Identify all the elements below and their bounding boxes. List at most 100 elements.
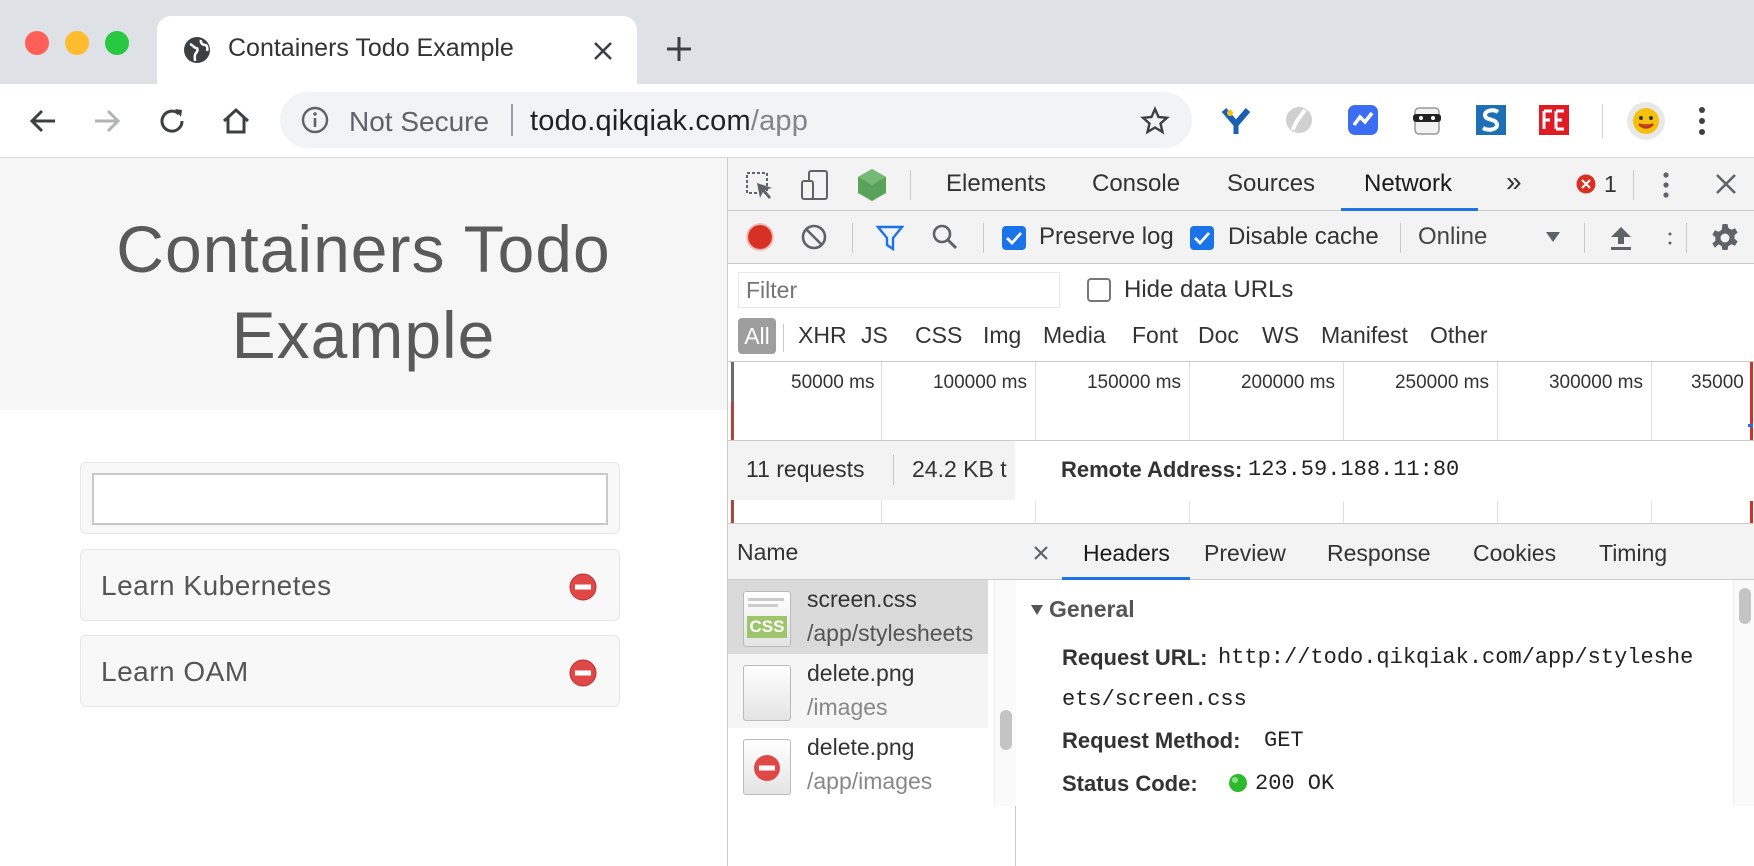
details-scrollbar[interactable]: [1733, 580, 1754, 806]
profile-avatar-icon[interactable]: [1626, 101, 1666, 141]
details-tabbar: Headers Preview Response Cookies Timing: [1016, 524, 1754, 580]
status-divider: [893, 455, 894, 485]
request-file-path: /app/images: [807, 768, 933, 794]
type-filter-ws[interactable]: WS: [1262, 322, 1299, 349]
request-list: Name CSS screen.css /app/stylesheets del…: [728, 524, 1016, 866]
delete-icon[interactable]: [569, 659, 597, 687]
bookmark-star-icon[interactable]: [1140, 106, 1170, 136]
search-icon[interactable]: [932, 224, 958, 250]
extension-grey-icon[interactable]: [1283, 104, 1315, 136]
hide-data-urls-label: Hide data URLs: [1124, 276, 1294, 303]
hide-data-urls-checkbox[interactable]: [1087, 278, 1111, 302]
filter-input[interactable]: [738, 272, 1060, 308]
type-filter-css[interactable]: CSS: [915, 322, 962, 349]
request-method-label: Request Method:: [1062, 728, 1241, 753]
minimize-window-button[interactable]: [65, 31, 89, 55]
close-tab-icon[interactable]: [592, 40, 614, 62]
address-bar[interactable]: Not Secure todo.qikqiak.com/app: [280, 92, 1192, 148]
general-section-header[interactable]: General: [1049, 596, 1135, 623]
import-har-icon[interactable]: [1609, 225, 1633, 251]
timeline-tick: 200000 ms: [1240, 372, 1335, 393]
tab-timing[interactable]: Timing: [1599, 540, 1667, 567]
css-file-icon: CSS: [743, 591, 791, 647]
error-count-badge[interactable]: 1: [1604, 171, 1617, 198]
info-icon[interactable]: [301, 106, 329, 134]
throttling-select[interactable]: Online: [1418, 223, 1487, 251]
new-todo-input[interactable]: [92, 473, 608, 525]
error-icon[interactable]: [1576, 174, 1596, 194]
tab-console[interactable]: Console: [1092, 170, 1180, 198]
forward-arrow-icon[interactable]: [92, 106, 122, 136]
request-list-scrollbar[interactable]: [994, 580, 1016, 806]
todo-item[interactable]: Learn Kubernetes: [80, 549, 620, 621]
close-window-button[interactable]: [25, 31, 49, 55]
network-status-bar: 11 requests 24.2 KB t Remote Address: 12…: [728, 440, 1754, 501]
extension-s-icon[interactable]: [1474, 103, 1508, 137]
filter-funnel-icon[interactable]: [876, 225, 904, 251]
type-filter-js[interactable]: JS: [861, 322, 888, 349]
clear-icon[interactable]: [801, 224, 827, 250]
extension-blue-chart-icon[interactable]: [1346, 103, 1380, 137]
tab-preview[interactable]: Preview: [1204, 540, 1286, 567]
extension-fe-icon[interactable]: [1537, 103, 1571, 137]
url-text[interactable]: todo.qikqiak.com/app: [530, 105, 808, 138]
todo-item[interactable]: Learn OAM: [80, 635, 620, 707]
devtools-panel: Elements Console Sources Network » 1 Pre…: [727, 158, 1754, 866]
details-remote-row: Remote Address: 123.59.188.11:80: [1015, 441, 1754, 501]
disable-cache-checkbox[interactable]: [1190, 226, 1214, 250]
type-filter-doc[interactable]: Doc: [1198, 322, 1239, 349]
tab-cookies[interactable]: Cookies: [1473, 540, 1556, 567]
device-toolbar-icon[interactable]: [800, 169, 830, 201]
tab-elements[interactable]: Elements: [946, 170, 1046, 198]
type-filter-other[interactable]: Other: [1430, 322, 1488, 349]
extension-mask-icon[interactable]: [1410, 103, 1444, 137]
devtools-tabbar: Elements Console Sources Network » 1: [728, 158, 1754, 211]
dropdown-triangle-icon[interactable]: [1545, 231, 1561, 243]
tab-headers[interactable]: Headers: [1083, 540, 1170, 567]
type-filter-manifest[interactable]: Manifest: [1321, 322, 1408, 349]
type-filter-img[interactable]: Img: [983, 322, 1021, 349]
inspect-element-icon[interactable]: [745, 171, 775, 201]
more-tabs-button[interactable]: »: [1506, 166, 1522, 198]
record-icon[interactable]: [746, 223, 774, 251]
devtools-menu-icon[interactable]: [1662, 171, 1670, 199]
controls-divider: [983, 223, 984, 253]
tab-network[interactable]: Network: [1364, 170, 1452, 198]
extension-yellow-icon[interactable]: [1220, 104, 1252, 136]
preserve-log-checkbox[interactable]: [1002, 226, 1026, 250]
new-todo-form: [80, 462, 620, 534]
collapse-triangle-icon[interactable]: [1030, 604, 1044, 616]
new-tab-icon[interactable]: [665, 35, 693, 63]
request-row[interactable]: delete.png /app/images: [728, 728, 988, 806]
request-row-selected[interactable]: CSS screen.css /app/stylesheets: [728, 580, 988, 654]
type-filter-xhr[interactable]: XHR: [798, 322, 847, 349]
type-filter-font[interactable]: Font: [1132, 322, 1178, 349]
request-row[interactable]: delete.png /images: [728, 654, 988, 728]
request-list-header: Name: [728, 524, 1016, 580]
scrollbar-thumb[interactable]: [1739, 588, 1751, 624]
close-devtools-icon[interactable]: [1715, 173, 1737, 195]
browser-tab[interactable]: Containers Todo Example: [157, 16, 637, 86]
scrollbar-thumb[interactable]: [1000, 710, 1012, 750]
home-icon[interactable]: [221, 106, 251, 136]
tab-sources[interactable]: Sources: [1227, 170, 1315, 198]
network-settings-gear-icon[interactable]: [1710, 223, 1740, 253]
overflow-dots-icon[interactable]: [1668, 231, 1672, 247]
network-filter-bar: Hide data URLs All XHR JS CSS Img Media …: [728, 264, 1754, 362]
type-filter-all[interactable]: All: [738, 318, 776, 354]
browser-menu-icon[interactable]: [1697, 105, 1707, 137]
back-arrow-icon[interactable]: [28, 106, 58, 136]
name-column-header[interactable]: Name: [737, 539, 798, 566]
request-url-value-wrap: ets/screen.css: [1062, 687, 1247, 712]
delete-icon[interactable]: [569, 573, 597, 601]
controls-divider: [1584, 223, 1585, 253]
reload-icon[interactable]: [157, 106, 187, 136]
remote-address-label: Remote Address:: [1061, 457, 1243, 482]
vue-devtools-hexagon-icon[interactable]: [856, 168, 888, 202]
close-details-icon[interactable]: [1033, 545, 1049, 561]
timeline-tick: 50000 ms: [791, 372, 875, 393]
zoom-window-button[interactable]: [105, 31, 129, 55]
request-count: 11 requests: [746, 456, 865, 482]
type-filter-media[interactable]: Media: [1043, 322, 1106, 349]
tab-response[interactable]: Response: [1327, 540, 1431, 567]
